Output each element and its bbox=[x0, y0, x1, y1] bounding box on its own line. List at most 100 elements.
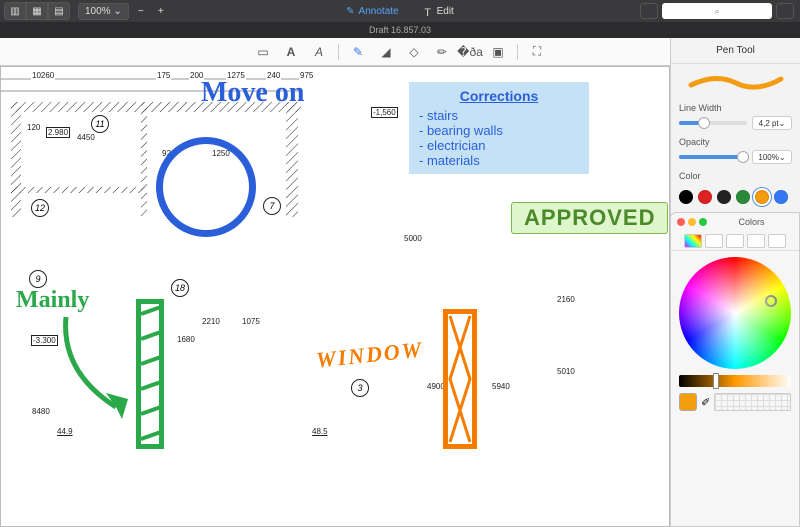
pen-tool[interactable]: ✎ bbox=[349, 43, 367, 61]
opacity-label: Opacity bbox=[679, 137, 792, 147]
room-number: 11 bbox=[91, 115, 109, 133]
line-width-value[interactable]: 4,2 pt ⌄ bbox=[752, 116, 792, 130]
shapes-tool[interactable]: ◇ bbox=[405, 43, 423, 61]
dimension-label: -3.300 bbox=[31, 335, 58, 346]
color-wheel-cursor[interactable] bbox=[765, 295, 777, 307]
room-number: 9 bbox=[29, 270, 47, 288]
saved-colors-grid[interactable] bbox=[714, 393, 791, 411]
color-palettes-tab[interactable] bbox=[726, 234, 744, 248]
sidebar-title: Pen Tool bbox=[671, 38, 800, 64]
line-width-label: Line Width bbox=[679, 103, 792, 113]
brightness-slider[interactable] bbox=[679, 375, 791, 387]
dimension-label: -1,560 bbox=[371, 107, 398, 118]
color-sliders-tab[interactable] bbox=[705, 234, 723, 248]
thumbnails-icon[interactable]: ▦ bbox=[26, 2, 48, 20]
colors-panel-title: Colors bbox=[710, 217, 793, 227]
annotation-window[interactable]: WINDOW bbox=[315, 336, 424, 373]
dimension-label: 10260 bbox=[31, 71, 55, 80]
note-item: - stairs bbox=[419, 108, 579, 123]
dimension-label: 2.980 bbox=[46, 127, 70, 138]
share-button[interactable] bbox=[640, 3, 658, 19]
sketch-tool[interactable]: ✏ bbox=[433, 43, 451, 61]
close-icon[interactable] bbox=[677, 218, 685, 226]
stroke-preview bbox=[671, 64, 800, 98]
dimension-label: 2210 bbox=[201, 317, 221, 326]
annotation-stamp-approved[interactable]: APPROVED bbox=[511, 202, 668, 234]
signature-tool[interactable]: �ða bbox=[461, 43, 479, 61]
dimension-label: 4450 bbox=[76, 133, 96, 142]
color-swatch[interactable] bbox=[774, 190, 788, 204]
edit-tab[interactable]: ＴEdit bbox=[417, 2, 460, 21]
room-number: 7 bbox=[263, 197, 281, 215]
annotation-orange-rect[interactable] bbox=[443, 309, 477, 449]
pencil-icon: ✎ bbox=[346, 6, 354, 17]
colors-panel-titlebar[interactable]: Colors bbox=[671, 213, 799, 231]
pencils-tab[interactable] bbox=[768, 234, 786, 248]
annotation-mainly[interactable]: Mainly bbox=[16, 287, 89, 314]
highlighter-tool[interactable]: ◢ bbox=[377, 43, 395, 61]
color-swatch[interactable] bbox=[755, 190, 769, 204]
color-wheel-tab[interactable] bbox=[684, 234, 702, 248]
crop-tool[interactable]: ⛶ bbox=[528, 43, 546, 61]
search-input[interactable]: ⌕ bbox=[662, 3, 772, 19]
top-toolbar: ▥ ▦ ▤ 100% ⌄ − + ✎Annotate ＴEdit ⌕ bbox=[0, 0, 800, 22]
font-tool[interactable]: A bbox=[282, 43, 300, 61]
dimension-label: 2160 bbox=[556, 295, 576, 304]
color-wheel[interactable] bbox=[679, 257, 791, 369]
zoom-in-button[interactable]: + bbox=[153, 6, 169, 17]
color-swatch[interactable] bbox=[736, 190, 750, 204]
room-number: 12 bbox=[31, 199, 49, 217]
annotation-sticky-note[interactable]: Corrections - stairs - bearing walls - e… bbox=[409, 82, 589, 174]
search-icon: ⌕ bbox=[714, 6, 719, 17]
dimension-label: 1075 bbox=[241, 317, 261, 326]
document-title-bar: Draft 16.857.03 bbox=[0, 22, 800, 38]
annotation-circle[interactable] bbox=[156, 137, 256, 237]
opacity-value[interactable]: 100% ⌄ bbox=[752, 150, 792, 164]
note-item: - materials bbox=[419, 153, 579, 168]
mode-tabs: ✎Annotate ＴEdit bbox=[340, 2, 460, 21]
zoom-value[interactable]: 100% ⌄ bbox=[78, 3, 129, 20]
dimension-label: 5940 bbox=[491, 382, 511, 391]
annotate-tab[interactable]: ✎Annotate bbox=[340, 2, 404, 21]
eyedropper-icon[interactable]: ✐ bbox=[701, 396, 710, 409]
note-title: Corrections bbox=[419, 88, 579, 104]
text-cursor-icon: Ｔ bbox=[423, 4, 433, 19]
color-swatch[interactable] bbox=[679, 190, 693, 204]
dimension-label: 8480 bbox=[31, 407, 51, 416]
inspector-toggle[interactable] bbox=[776, 3, 794, 19]
text-box-tool[interactable]: ▭ bbox=[254, 43, 272, 61]
document-canvas[interactable]: 10260 175 200 1275 240 975 120 2.980 445… bbox=[0, 66, 670, 527]
dimension-label: 48.5 bbox=[311, 427, 329, 436]
view-mode-segment[interactable]: ▥ ▦ ▤ bbox=[4, 2, 70, 20]
room-number: 3 bbox=[351, 379, 369, 397]
color-swatch[interactable] bbox=[698, 190, 712, 204]
image-palettes-tab[interactable] bbox=[747, 234, 765, 248]
sidebar-toggle-icon[interactable]: ▥ bbox=[4, 2, 26, 20]
opacity-slider[interactable] bbox=[679, 155, 747, 159]
note-item: - bearing walls bbox=[419, 123, 579, 138]
annotation-arrow[interactable] bbox=[56, 312, 146, 432]
note-item: - electrician bbox=[419, 138, 579, 153]
annotation-green-rect[interactable] bbox=[136, 299, 164, 449]
current-color-swatch[interactable] bbox=[679, 393, 697, 411]
colors-panel[interactable]: Colors ✐ bbox=[670, 212, 800, 527]
zoom-controls: 100% ⌄ − + bbox=[78, 3, 169, 20]
dimension-label: 120 bbox=[26, 123, 41, 132]
contact-sheet-icon[interactable]: ▤ bbox=[48, 2, 70, 20]
line-width-slider[interactable] bbox=[679, 121, 747, 125]
dimension-label: 5010 bbox=[556, 367, 576, 376]
color-label: Color bbox=[679, 171, 792, 181]
dimension-label: 1680 bbox=[176, 335, 196, 344]
font-style-tool[interactable]: A bbox=[310, 43, 328, 61]
minimize-icon[interactable] bbox=[688, 218, 696, 226]
document-title: Draft 16.857.03 bbox=[369, 25, 431, 35]
dimension-label: 5000 bbox=[403, 234, 423, 243]
zoom-icon[interactable] bbox=[699, 218, 707, 226]
image-tool[interactable]: ▣ bbox=[489, 43, 507, 61]
dimension-label: 175 bbox=[156, 71, 171, 80]
annotation-move-on[interactable]: Move on bbox=[201, 77, 304, 109]
color-swatch[interactable] bbox=[717, 190, 731, 204]
colors-panel-tabs bbox=[671, 231, 799, 251]
color-swatches bbox=[671, 186, 800, 208]
zoom-out-button[interactable]: − bbox=[133, 6, 149, 17]
